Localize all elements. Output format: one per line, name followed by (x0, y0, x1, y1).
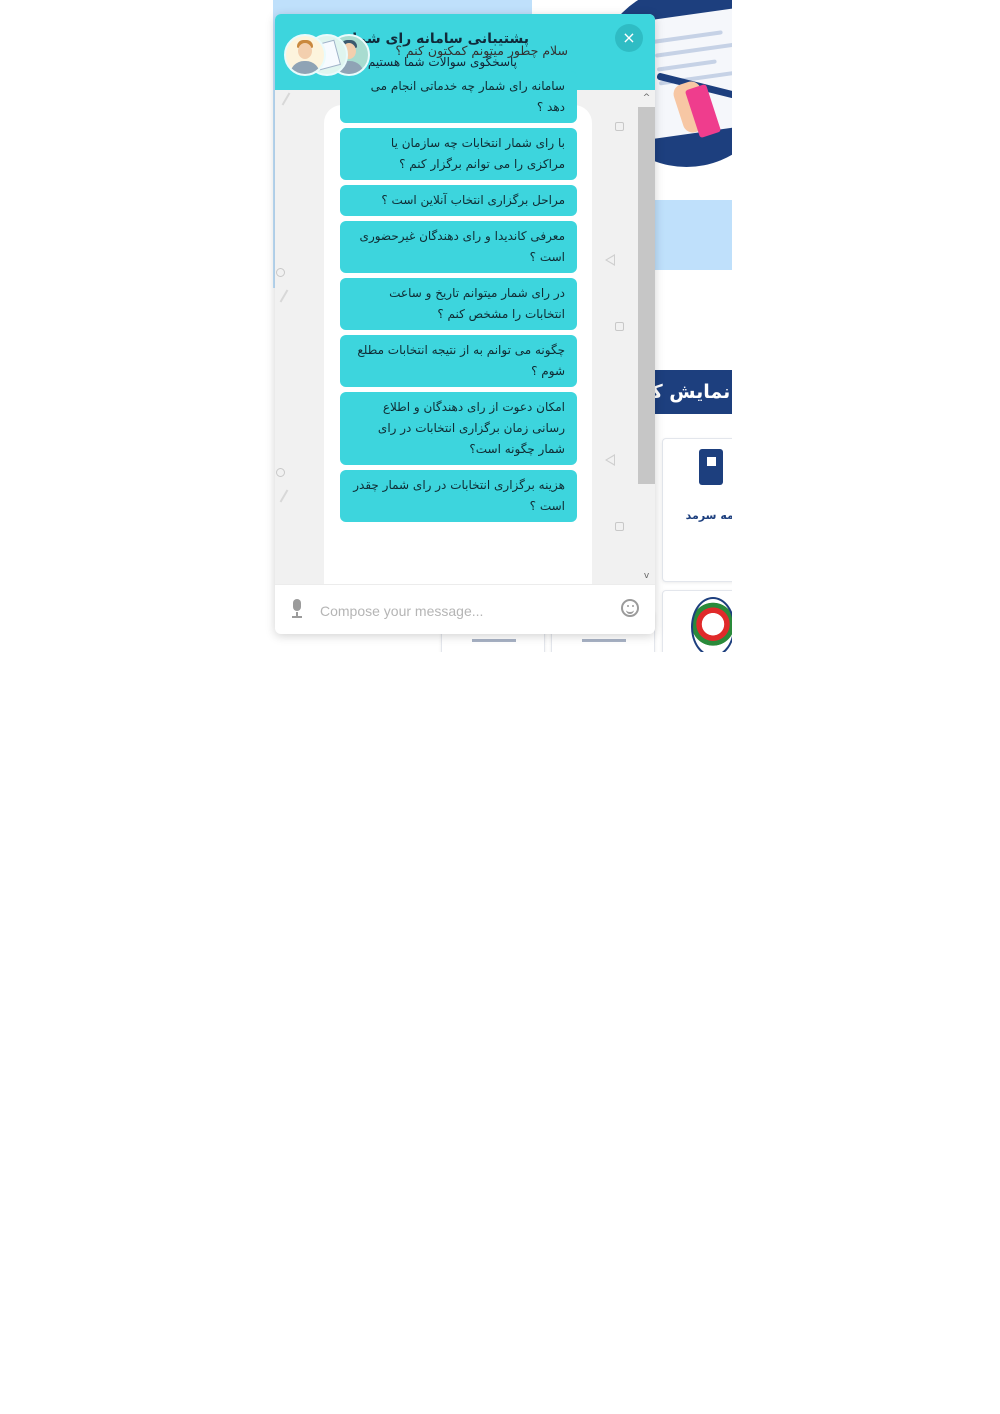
smiley-face-icon[interactable] (621, 599, 639, 617)
pattern-line-icon (279, 489, 289, 503)
quick-replies: سامانه رای شمار چه خدماتی انجام می دهد ؟… (340, 71, 577, 527)
quick-reply-online-steps[interactable]: مراحل برگزاری انتخاب آنلاین است ؟ (340, 185, 577, 216)
pattern-circle-icon (276, 468, 285, 477)
quick-reply-invitations[interactable]: امکان دعوت از رای دهندگان و اطلاع رسانی … (340, 392, 577, 465)
bot-greeting: سلام چطور میتونم کمکتون کنم ؟ (395, 43, 568, 58)
partner-card-sarmad[interactable]: بیمه سرمد (662, 438, 732, 582)
message-input[interactable] (318, 597, 612, 625)
message-composer (275, 584, 655, 634)
scroll-up-icon[interactable]: ^ (638, 90, 655, 106)
close-icon: × (622, 28, 636, 47)
quick-reply-organizations[interactable]: با رای شمار انتخابات چه سازمان یا مراکزی… (340, 128, 577, 180)
pattern-line-icon (279, 289, 289, 303)
pattern-triangle-icon (605, 454, 615, 466)
support-chat-widget: پشتیبانی سامانه رای شمار پاسخگوی سوالات … (275, 14, 655, 634)
pattern-square-icon (615, 122, 624, 131)
ministry-logo-subline (472, 639, 516, 642)
pattern-circle-icon (276, 268, 285, 277)
emblem-logo-icon (691, 597, 732, 652)
quick-reply-candidates[interactable]: معرفی کاندیدا و رای دهندگان غیرحضوری است… (340, 221, 577, 273)
chat-scrollbar[interactable]: ^ v (638, 90, 655, 584)
quick-reply-schedule[interactable]: در رای شمار میتوانم تاریخ و ساعت انتخابا… (340, 278, 577, 330)
quick-reply-results[interactable]: چگونه می توانم به از نتیجه انتخابات مطلع… (340, 335, 577, 387)
partner-card-emblem[interactable] (662, 590, 732, 652)
scroll-down-icon[interactable]: v (638, 568, 655, 584)
pattern-square-icon (615, 322, 624, 331)
pattern-triangle-icon (605, 254, 615, 266)
organization-logo-subline (582, 639, 626, 642)
sarmad-logo-icon (699, 449, 723, 485)
agent-avatar-1 (284, 34, 326, 76)
partner-logo-text: بیمه سرمد (685, 509, 732, 522)
pattern-square-icon (615, 522, 624, 531)
quick-reply-cost[interactable]: هزینه برگزاری انتخابات در رای شمار چقدر … (340, 470, 577, 522)
scrollbar-thumb[interactable] (638, 107, 655, 484)
pattern-line-icon (281, 92, 291, 106)
close-chat-button[interactable]: × (615, 24, 643, 52)
support-avatars (284, 34, 370, 76)
microphone-icon[interactable] (289, 599, 305, 619)
quick-reply-services[interactable]: سامانه رای شمار چه خدماتی انجام می دهد ؟ (340, 71, 577, 123)
